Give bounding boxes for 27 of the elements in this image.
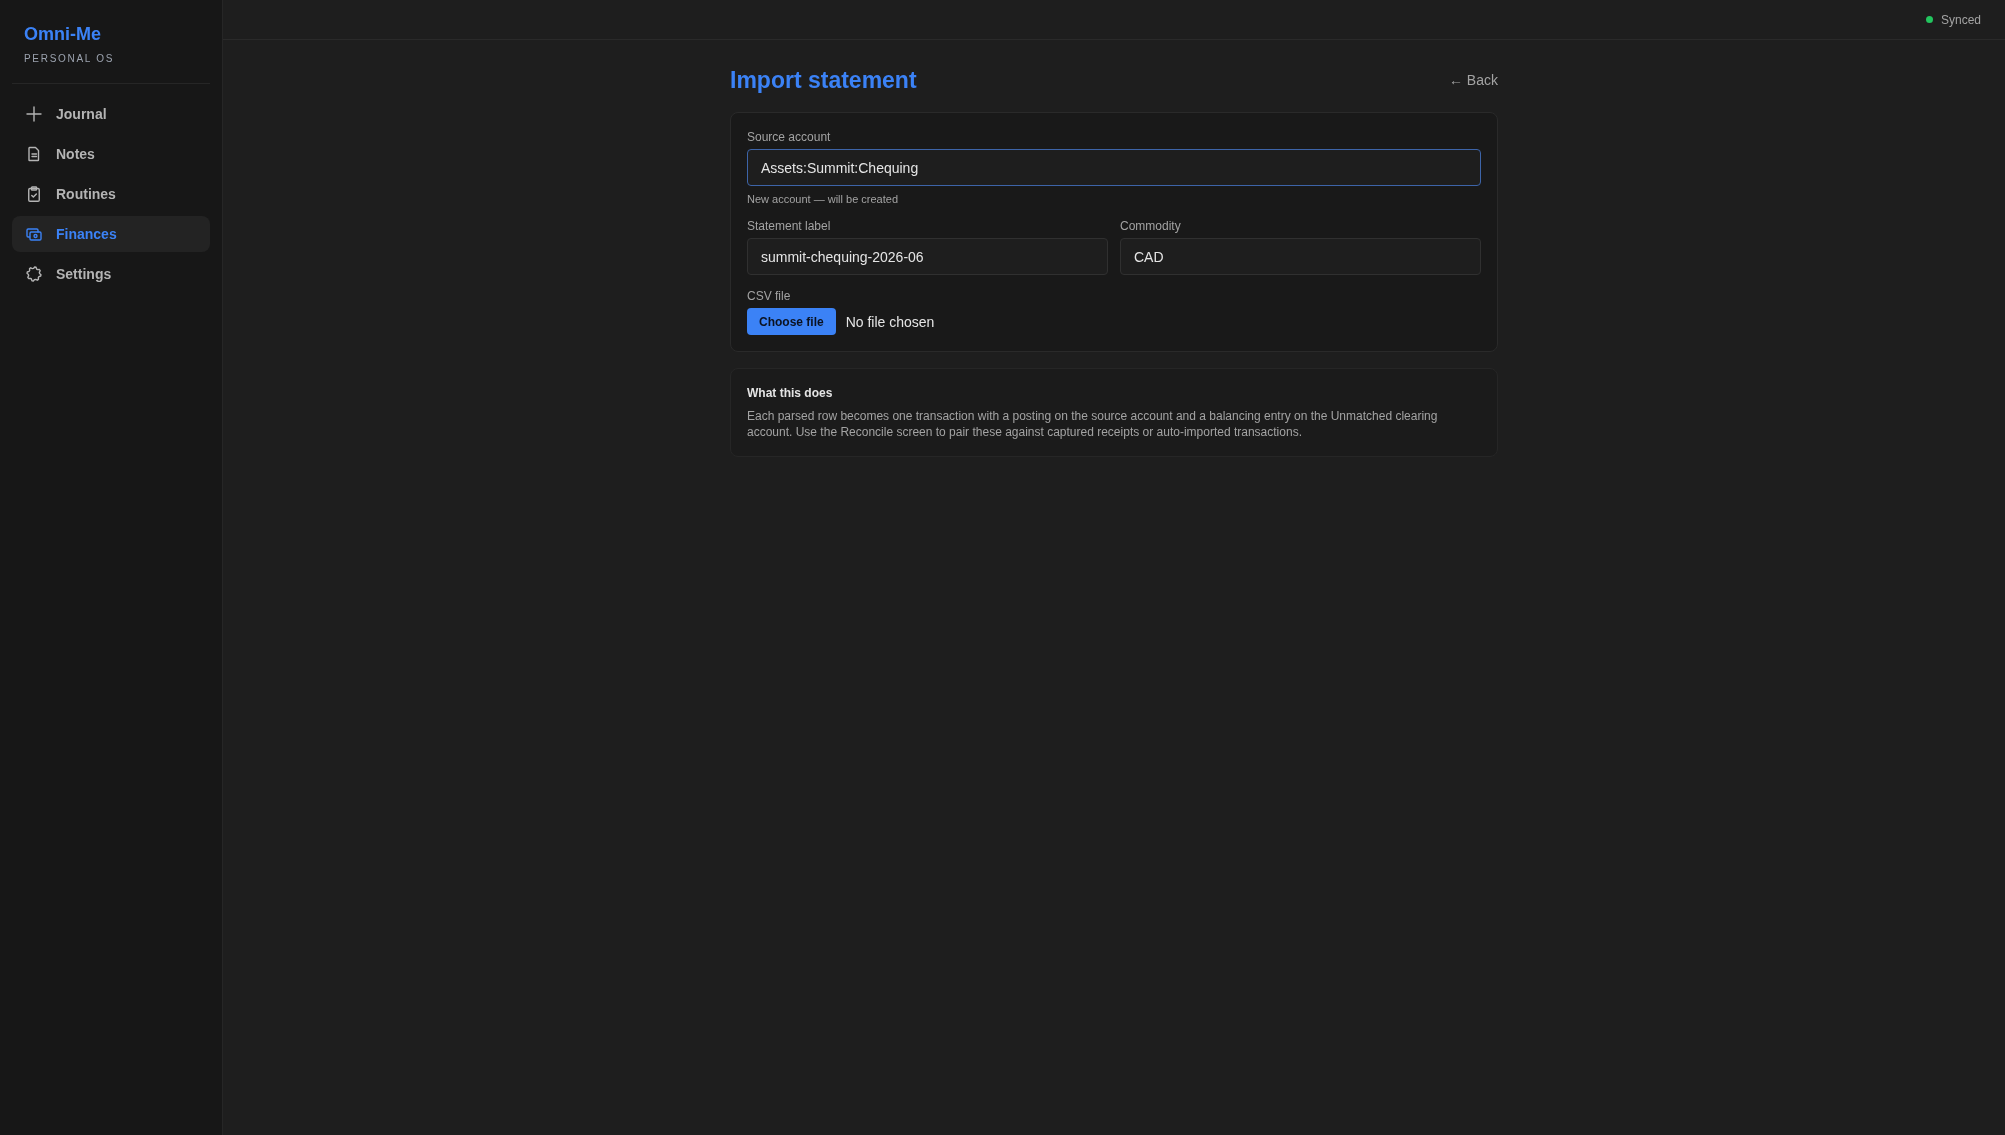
info-paragraph: Each parsed row becomes one transaction with a posting on the source account and a balancing entry on the Unmatched clearing account. Use the Reconcile screen to pair these against captured receipts or auto-imported transactions. — [747, 408, 1439, 440]
sidebar-item[interactable]: Notes — [12, 136, 210, 172]
sidebar-item[interactable]: Journal — [12, 96, 210, 132]
field-label: Source account — [747, 129, 832, 145]
sidebar-item[interactable]: Settings — [12, 256, 210, 292]
text-field[interactable]: Assets:Summit:Chequing — [747, 149, 1481, 186]
field-hint: New account — will be created — [747, 192, 899, 206]
text-field[interactable]: CAD — [1120, 238, 1481, 275]
app-tagline: PERSONAL OS — [24, 53, 115, 65]
back-link[interactable]: ← Back — [1449, 70, 1498, 90]
sidebar-item[interactable]: Finances — [12, 216, 210, 252]
plus-icon — [26, 106, 42, 122]
info-heading: What this does — [747, 385, 834, 401]
field-label: CSV file — [747, 288, 792, 304]
choose-file-button[interactable]: Choose file — [747, 308, 836, 335]
field-label: Commodity — [1120, 218, 1182, 234]
app-logo: Omni-Me — [24, 23, 101, 46]
sync-status-text: Synced — [1940, 11, 1981, 28]
sidebar-item[interactable]: Routines — [12, 176, 210, 212]
field-label: Statement label — [747, 218, 832, 234]
text-field[interactable]: summit-chequing-2026-06 — [747, 238, 1108, 275]
file-status-text: No file chosen — [845, 312, 935, 332]
banknotes-icon — [26, 226, 42, 242]
page-title: Import statement — [730, 66, 917, 95]
clipboard-check-icon — [26, 186, 42, 202]
settings-icon — [26, 266, 42, 282]
document-icon — [26, 146, 42, 162]
